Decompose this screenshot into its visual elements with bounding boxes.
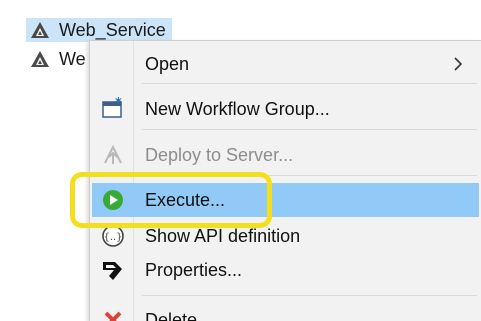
tree-item-web-service-2[interactable]: We <box>26 47 92 71</box>
highlight-callout <box>70 172 272 228</box>
svg-text:{..}: {..} <box>103 232 122 243</box>
new-workflow-group-icon: * <box>100 96 126 122</box>
menu-separator <box>142 129 477 130</box>
tree-item-web-service[interactable]: Web_Service <box>26 18 172 42</box>
service-triangle-icon <box>31 22 49 38</box>
menu-item-label: New Workflow Group... <box>145 98 330 119</box>
tree-item-label: Web_Service <box>59 19 166 40</box>
menu-item-new-workflow-group[interactable]: * New Workflow Group... <box>92 92 479 126</box>
menu-separator <box>142 295 477 296</box>
tree-item-label: We <box>59 48 86 69</box>
service-triangle-icon <box>31 51 49 67</box>
delete-icon <box>100 307 126 321</box>
properties-icon <box>100 257 126 283</box>
deploy-icon <box>100 142 126 168</box>
menu-separator <box>142 83 477 84</box>
menu-item-label: Open <box>145 53 190 74</box>
svg-text:*: * <box>115 97 122 111</box>
menu-item-delete[interactable]: Delete <box>92 303 479 321</box>
menu-item-properties[interactable]: Properties... <box>92 253 479 287</box>
menu-item-label: Delete <box>145 309 198 321</box>
chevron-right-icon <box>454 57 463 71</box>
menu-item-label: Deploy to Server... <box>145 144 294 165</box>
menu-item-deploy-to-server[interactable]: Deploy to Server... <box>92 138 479 172</box>
menu-item-label: Properties... <box>145 259 243 280</box>
menu-item-open[interactable]: Open <box>92 47 479 81</box>
menu-item-label: Show API definition <box>145 225 301 246</box>
